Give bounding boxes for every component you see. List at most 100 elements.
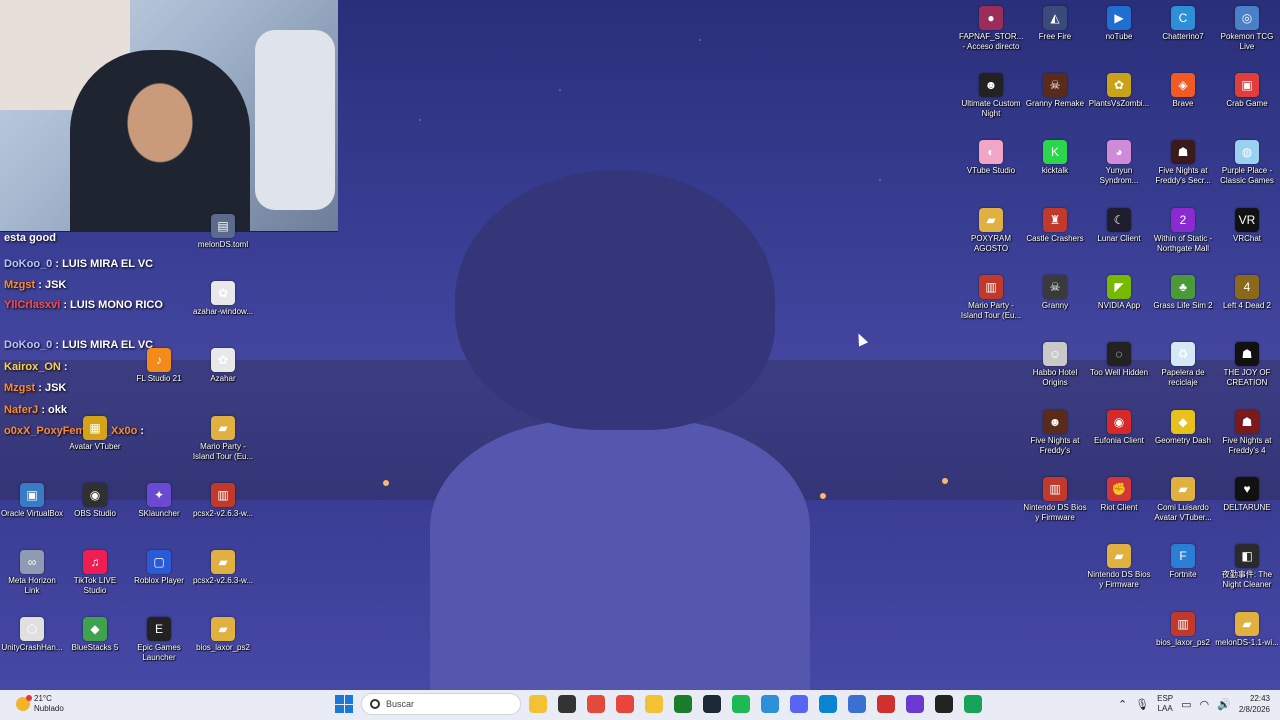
desktop-shortcut[interactable]: ▰ Mario Party - Island Tour (Eu... [191,416,255,462]
desktop-shortcut[interactable]: ▥ Mario Party - Island Tour (Eu... [959,275,1023,321]
taskbar-app-chrome-icon[interactable] [616,695,634,713]
network-icon[interactable]: ◠ [1200,698,1210,711]
desktop-shortcut[interactable]: ▥ pcsx2-v2.6.3-w... [191,483,255,519]
desktop-shortcut[interactable]: ◕ Yunyun Syndrom... [1087,140,1151,186]
desktop-shortcut[interactable]: ▥ bios_laxor_ps2 [1151,612,1215,648]
desktop-shortcut[interactable]: ▰ Nintendo DS Bios y Firmware [1087,544,1151,590]
desktop-shortcut-label: Granny Remake [1025,99,1085,108]
desktop-shortcut-label: Crab Game [1226,99,1268,108]
desktop-shortcut[interactable]: ▥ Nintendo DS Bios y Firmware [1023,477,1087,523]
desktop-shortcut[interactable]: ● FAPNAF_STOR... - Acceso directo [959,6,1023,52]
app-icon: ☠ [1043,275,1067,299]
desktop-shortcut[interactable]: ◧ 夜勤事件: The Night Cleaner [1215,544,1279,590]
desktop-shortcut[interactable]: ▰ Comi Luisardo Avatar VTuber... [1151,477,1215,523]
taskbar-app-obs-icon[interactable] [935,695,953,713]
desktop-shortcut[interactable]: ☗ THE JOY OF CREATION Demo [1215,342,1279,388]
desktop-shortcut[interactable]: ☻ Ultimate Custom Night [959,73,1023,119]
desktop-shortcut[interactable]: ♫ TikTok LIVE Studio [63,550,127,596]
desktop-shortcut[interactable]: ✊ Riot Client [1087,477,1151,513]
taskbar-app-file-explorer-icon[interactable] [529,695,547,713]
taskbar-app-vscode-icon[interactable] [819,695,837,713]
desktop-shortcut[interactable]: ∞ Meta Horizon Link [0,550,64,596]
desktop-shortcut[interactable]: ♪ FL Studio 21 [127,348,191,384]
taskbar-app-opera-icon[interactable] [877,695,895,713]
app-icon: ♻ [1171,342,1195,366]
desktop-shortcut[interactable]: ◉ Eufonia Client [1087,410,1151,446]
desktop-shortcut[interactable]: ▣ Oracle VirtualBox [0,483,64,519]
display-icon[interactable]: ▭ [1181,698,1191,711]
desktop-shortcut[interactable]: ◆ Geometry Dash [1151,410,1215,446]
start-button[interactable] [335,695,353,713]
desktop-shortcut[interactable]: ▶ noTube [1087,6,1151,42]
taskbar-app-sheet-app-icon[interactable] [848,695,866,713]
desktop-shortcut[interactable]: ▤ melonDS.toml [191,214,255,250]
desktop-shortcut[interactable]: ☻ Five Nights at Freddy's [1023,410,1087,456]
desktop-shortcut[interactable]: ☗ Five Nights at Freddy's 4 [1215,410,1279,456]
taskbar-search[interactable]: Buscar [361,693,521,715]
desktop-shortcut[interactable]: ◎ Pokemon TCG Live [1215,6,1279,52]
desktop-shortcut-label: noTube [1105,32,1133,41]
taskbar-app-steam-icon[interactable] [703,695,721,713]
desktop-shortcut-label: Mario Party - Island Tour (Eu... [192,442,254,461]
language-line-2: LAA [1157,704,1173,713]
microphone-icon[interactable]: 🎙 [1135,698,1149,711]
desktop-shortcut[interactable]: 2 Within of Static - Northgate Mall [1151,208,1215,254]
desktop-shortcut[interactable]: ▰ pcsx2-v2.6.3-w... [191,550,255,586]
desktop-shortcut[interactable]: ☠ Granny Remake [1023,73,1087,109]
desktop-shortcut[interactable]: F Fortnite [1151,544,1215,580]
desktop-shortcut-label: Yunyun Syndrom... [1099,166,1139,185]
desktop-shortcut[interactable]: ⬡ UnityCrashHan... [0,617,64,653]
app-icon: ◉ [1107,410,1131,434]
desktop-shortcut[interactable]: ☾ Lunar Client [1087,208,1151,244]
desktop-shortcut[interactable]: ◍ Purple Place - Classic Games [1215,140,1279,186]
desktop-shortcut[interactable]: ▰ POXYRAM AGOSTO [959,208,1023,254]
desktop-shortcut[interactable]: ▣ Crab Game [1215,73,1279,109]
desktop-shortcut[interactable]: ♜ Castle Crashers [1023,208,1087,244]
taskbar-app-task-view-icon[interactable] [558,695,576,713]
desktop-shortcut[interactable]: 4 Left 4 Dead 2 [1215,275,1279,311]
desktop-shortcut[interactable]: E Epic Games Launcher [127,617,191,663]
desktop-shortcut[interactable]: ▦ Avatar VTuber [63,416,127,452]
desktop-shortcut[interactable]: ✿ PlantsVsZombi... [1087,73,1151,109]
desktop-shortcut[interactable]: C Chatterino7 [1151,6,1215,42]
desktop-shortcut[interactable]: ◆ BlueStacks 5 [63,617,127,653]
desktop-shortcut[interactable]: ◭ Free Fire [1023,6,1087,42]
desktop-shortcut[interactable]: ▰ bios_laxor_ps2 [191,617,255,653]
desktop-shortcut[interactable]: ♥ DELTARUNE [1215,477,1279,513]
desktop-shortcut[interactable]: VR VRChat [1215,208,1279,244]
desktop-shortcut[interactable]: ◈ Brave [1151,73,1215,109]
desktop-shortcut[interactable]: ♻ Papelera de reciclaje [1151,342,1215,388]
taskbar-app-vs-app-icon[interactable] [906,695,924,713]
desktop-shortcut[interactable]: ◉ OBS Studio [63,483,127,519]
language-indicator[interactable]: ESP LAA [1157,694,1173,714]
desktop-shortcut[interactable]: ✿ Azahar [191,348,255,384]
desktop-shortcut[interactable]: ☠ Granny [1023,275,1087,311]
taskbar-app-spotify-icon[interactable] [732,695,750,713]
taskbar-app-chatterino-icon[interactable] [761,695,779,713]
desktop-shortcut-label: azahar-window... [192,307,254,316]
desktop-shortcut[interactable]: ▰ melonDS-1.1-wi... [1215,612,1279,648]
taskbar-app-xbox-icon[interactable] [674,695,692,713]
taskbar-app-red-app-icon[interactable] [587,695,605,713]
desktop-shortcut[interactable]: ✿ azahar-window... [191,281,255,317]
app-icon: E [147,617,171,641]
desktop-shortcut[interactable]: ▢ Roblox Player [127,550,191,586]
desktop-shortcut-label: Habbo Hotel Origins [1032,368,1078,387]
desktop-shortcut[interactable]: ✦ SKlauncher [127,483,191,519]
desktop-shortcut[interactable]: ♣ Grass Life Sim 2 [1151,275,1215,311]
search-icon [370,699,380,709]
desktop-shortcut[interactable]: ◐ VTube Studio [959,140,1023,176]
desktop-shortcut[interactable]: ◌ Too Well Hidden [1087,342,1151,378]
volume-icon[interactable]: 🔊 [1217,698,1231,711]
desktop-shortcut[interactable]: ◤ NVIDIA App [1087,275,1151,311]
language-line-1: ESP [1157,694,1174,703]
weather-widget[interactable]: 21°C Nublado [16,694,64,714]
desktop-shortcut[interactable]: ☺ Habbo Hotel Origins [1023,342,1087,388]
taskbar-app-notes-icon[interactable] [964,695,982,713]
taskbar-app-folder-icon[interactable] [645,695,663,713]
taskbar-app-discord-icon[interactable] [790,695,808,713]
chevron-up-icon[interactable]: ⌃ [1118,698,1127,711]
desktop-shortcut[interactable]: Kkicktalk [1023,140,1087,176]
taskbar-clock[interactable]: 22:43 2/8/2026 [1239,693,1270,715]
desktop-shortcut[interactable]: ☗ Five Nights at Freddy's Secr... [1151,140,1215,186]
